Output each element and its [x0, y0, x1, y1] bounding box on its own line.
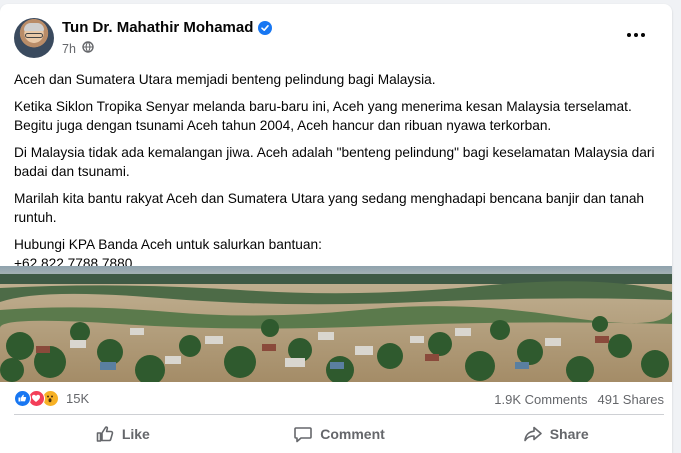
post-meta: 7h	[62, 41, 94, 56]
more-options-icon[interactable]	[622, 26, 650, 46]
avatar-glasses	[25, 33, 43, 38]
comment-button[interactable]: Comment	[231, 418, 448, 450]
like-reaction-icon	[14, 390, 31, 407]
post-time[interactable]: 7h	[62, 42, 76, 56]
comment-bubble-icon	[293, 424, 313, 444]
globe-icon	[82, 41, 94, 56]
engagement-counts: 1.9K Comments 491 Shares	[494, 392, 664, 407]
reaction-count: 15K	[66, 391, 90, 406]
post-paragraph: Aceh dan Sumatera Utara memjadi benteng …	[14, 72, 436, 87]
flood-aerial-photo	[0, 266, 672, 382]
post-body: Aceh dan Sumatera Utara memjadi benteng …	[14, 70, 664, 273]
post-action-bar: Like Comment Share	[14, 418, 664, 450]
like-button[interactable]: Like	[14, 418, 231, 450]
post-paragraph: Hubungi KPA Banda Aceh untuk salurkan ba…	[14, 237, 322, 252]
comment-label: Comment	[320, 426, 385, 442]
post-paragraph: Di Malaysia tidak ada kemalangan jiwa. A…	[14, 145, 655, 179]
post-header: Tun Dr. Mahathir Mohamad 7h	[14, 16, 654, 60]
share-button[interactable]: Share	[447, 418, 664, 450]
verified-badge-icon	[258, 20, 273, 35]
comments-count[interactable]: 1.9K Comments	[494, 392, 587, 407]
like-label: Like	[121, 426, 150, 442]
shares-count[interactable]: 491 Shares	[598, 392, 665, 407]
action-divider	[14, 414, 664, 415]
author-name[interactable]: Tun Dr. Mahathir Mohamad	[62, 19, 253, 36]
post-photo[interactable]	[0, 266, 672, 382]
share-arrow-icon	[523, 424, 543, 444]
post-card: Tun Dr. Mahathir Mohamad 7h Aceh dan Sum…	[0, 4, 672, 453]
post-paragraph: Ketika Siklon Tropika Senyar melanda bar…	[14, 99, 632, 133]
reaction-summary[interactable]: 15K	[14, 390, 89, 407]
post-paragraph: Marilah kita bantu rakyat Aceh dan Sumat…	[14, 191, 645, 225]
post-stats: 15K 1.9K Comments 491 Shares	[14, 388, 664, 412]
share-label: Share	[549, 426, 589, 442]
author-avatar[interactable]	[14, 18, 54, 58]
author-name-row: Tun Dr. Mahathir Mohamad	[62, 19, 273, 36]
thumbs-up-icon	[95, 424, 115, 444]
avatar-hair	[24, 23, 44, 31]
